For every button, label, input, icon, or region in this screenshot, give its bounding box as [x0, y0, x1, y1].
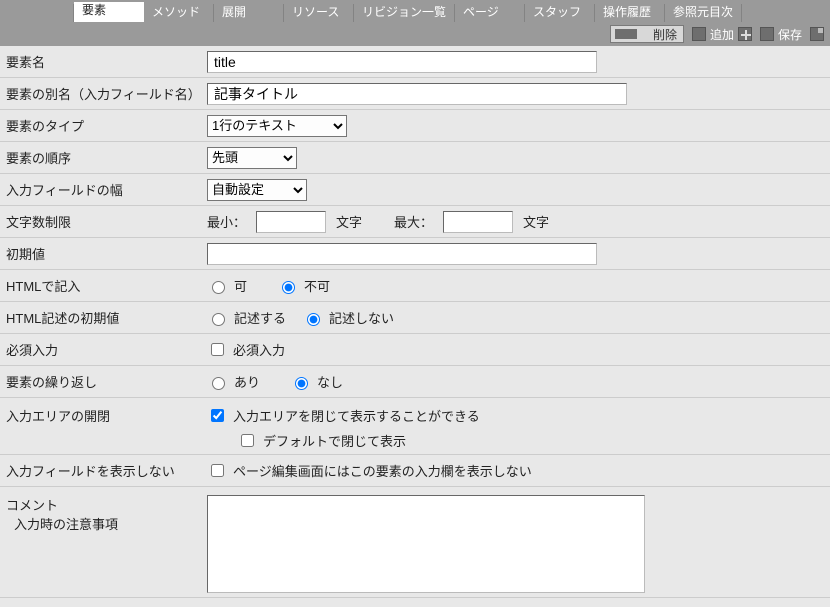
label-alias: 要素の別名（入力フィールド名） [0, 84, 205, 103]
max-input[interactable] [443, 211, 513, 233]
save-button[interactable]: 保存 [760, 26, 802, 43]
tab-staff[interactable]: スタッフ [525, 4, 595, 22]
tab-method[interactable]: メソッド [144, 4, 214, 22]
hidefield-checkbox[interactable] [211, 464, 224, 477]
tab-revision[interactable]: リビジョン一覧 [354, 4, 455, 22]
label-width: 入力フィールドの幅 [0, 180, 205, 199]
toolbar: 削除 追加 保存 [0, 22, 830, 46]
html-no-radio[interactable] [282, 281, 295, 294]
name-input[interactable] [207, 51, 597, 73]
add-button[interactable]: 追加 [692, 26, 752, 43]
hidefield-cb-label: ページ編集画面にはこの要素の入力欄を表示しない [233, 461, 532, 480]
save-lead-icon [760, 27, 774, 41]
plus-icon [738, 27, 752, 41]
minus-icon [692, 27, 706, 41]
htmlinit-write-label: 記述する [234, 308, 286, 327]
page-icon[interactable] [810, 27, 824, 41]
delete-icon [615, 29, 637, 39]
alias-input[interactable] [207, 83, 627, 105]
tab-reference[interactable]: 参照元目次 [665, 4, 742, 22]
min-unit: 文字 [336, 212, 362, 231]
width-select[interactable]: 自動設定 [207, 179, 307, 201]
delete-button[interactable]: 削除 [610, 25, 684, 43]
label-name: 要素名 [0, 52, 205, 71]
label-type: 要素のタイプ [0, 116, 205, 135]
label-html: HTMLで記入 [0, 276, 205, 295]
order-select[interactable]: 先頭 [207, 147, 297, 169]
form: 要素名 要素の別名（入力フィールド名） 要素のタイプ 1行のテキスト 要素の順序… [0, 46, 830, 598]
html-no-label: 不可 [304, 276, 330, 295]
tab-element[interactable]: 要素 [74, 2, 144, 22]
label-required: 必須入力 [0, 340, 205, 359]
tab-history[interactable]: 操作履歴 [595, 4, 665, 22]
repeat-no-label: なし [317, 372, 343, 391]
label-repeat: 要素の繰り返し [0, 372, 205, 391]
max-label: 最大： [394, 212, 433, 231]
label-initval: 初期値 [0, 244, 205, 263]
tab-page[interactable]: ページ [455, 4, 525, 22]
label-hidefield: 入力フィールドを表示しない [0, 461, 205, 480]
save-label: 保存 [778, 26, 802, 43]
htmlinit-write-radio[interactable] [212, 313, 225, 326]
collapse-default-checkbox[interactable] [241, 434, 254, 447]
delete-label: 削除 [653, 26, 677, 43]
html-yes-label: 可 [234, 276, 247, 295]
label-collapse: 入力エリアの開閉 [0, 406, 205, 425]
add-label: 追加 [710, 26, 734, 43]
html-yes-radio[interactable] [212, 281, 225, 294]
tab-expand[interactable]: 展開 [214, 4, 284, 22]
tab-blank[interactable] [4, 4, 74, 22]
htmlinit-nowrite-label: 記述しない [329, 308, 394, 327]
tab-resource[interactable]: リソース [284, 4, 354, 22]
repeat-yes-label: あり [234, 372, 260, 391]
collapse-can-label: 入力エリアを閉じて表示することができる [233, 406, 480, 425]
min-input[interactable] [256, 211, 326, 233]
repeat-no-radio[interactable] [295, 377, 308, 390]
collapse-default-label: デフォルトで閉じて表示 [263, 431, 406, 450]
label-htmlinit: HTML記述の初期値 [0, 308, 205, 327]
label-order: 要素の順序 [0, 148, 205, 167]
comment-textarea[interactable] [207, 495, 645, 593]
type-select[interactable]: 1行のテキスト [207, 115, 347, 137]
label-comment: コメント 入力時の注意事項 [0, 495, 205, 533]
htmlinit-nowrite-radio[interactable] [307, 313, 320, 326]
label-charlimit: 文字数制限 [0, 212, 205, 231]
max-unit: 文字 [523, 212, 549, 231]
required-checkbox[interactable] [211, 343, 224, 356]
tab-strip: 要素 メソッド 展開 リソース リビジョン一覧 ページ スタッフ 操作履歴 参照… [0, 0, 830, 22]
min-label: 最小： [207, 212, 246, 231]
required-cb-label: 必須入力 [233, 340, 285, 359]
initval-input[interactable] [207, 243, 597, 265]
collapse-can-checkbox[interactable] [211, 409, 224, 422]
repeat-yes-radio[interactable] [212, 377, 225, 390]
label-comment-sub: 入力時の注意事項 [6, 514, 205, 533]
